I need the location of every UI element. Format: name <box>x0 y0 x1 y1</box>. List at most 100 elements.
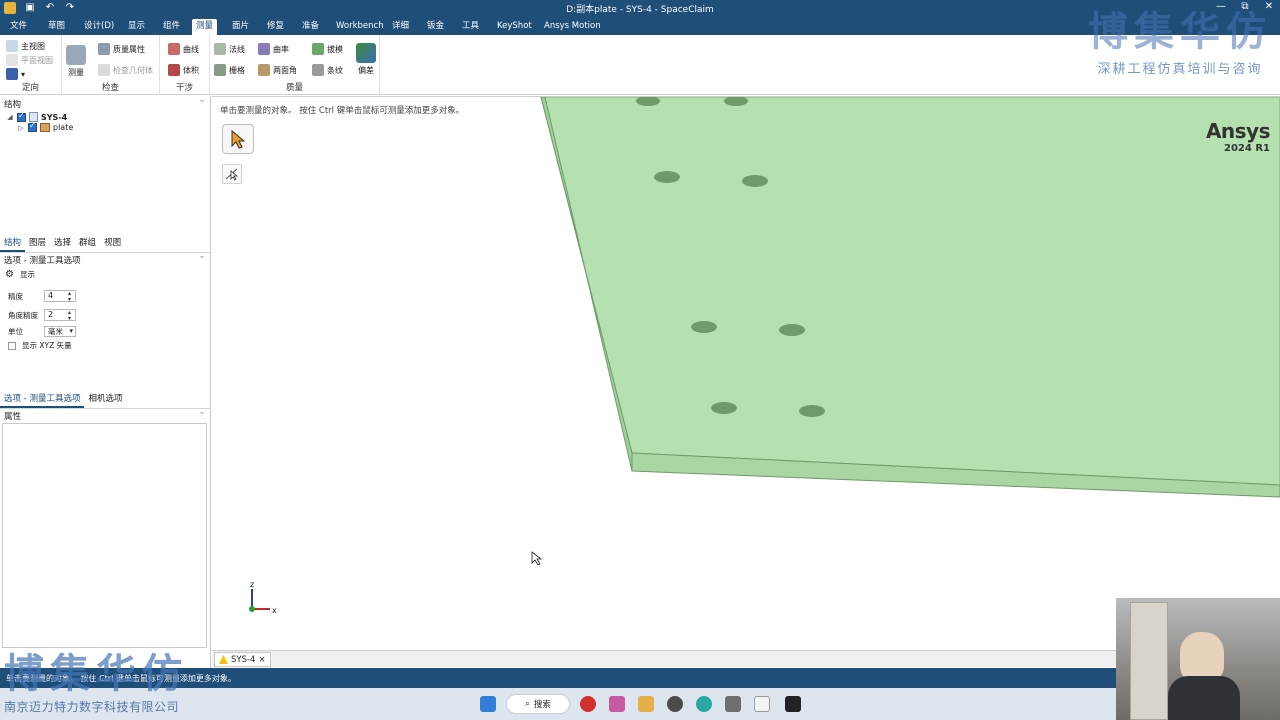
visibility-checkbox[interactable] <box>17 111 26 122</box>
options-tab-strip: 选项 - 测量工具选项 相机选项 <box>0 390 210 409</box>
axis-triad: z x <box>249 580 277 615</box>
webcam-overlay <box>1116 598 1280 720</box>
draft-button[interactable]: 拔模 <box>312 43 343 55</box>
tab-selection[interactable]: 选择 <box>50 234 75 252</box>
pin-icon[interactable]: ꟸ <box>200 255 204 263</box>
calculator-icon[interactable] <box>725 696 741 712</box>
tab-measure[interactable]: 测量 <box>192 19 218 35</box>
search-icon: ⌕ <box>525 699 530 709</box>
tab-sketch[interactable]: 草图 <box>44 19 69 35</box>
angle-precision-stepper[interactable]: 2 <box>44 309 76 321</box>
plate-top-face[interactable] <box>540 97 1280 486</box>
document-tab-sys4[interactable]: SYS-4 × <box>214 652 271 667</box>
cube-icon <box>6 68 18 80</box>
tab-detail[interactable]: 详细 <box>388 19 413 35</box>
expand-icon[interactable]: ▷ <box>17 124 25 132</box>
hole[interactable] <box>654 171 680 183</box>
tab-groups[interactable]: 群组 <box>75 234 100 252</box>
visibility-checkbox[interactable] <box>28 121 37 132</box>
group-label-inspect: 检查 <box>101 83 119 93</box>
mass-properties-button[interactable]: 质量属性 <box>98 43 145 55</box>
tab-camera-options[interactable]: 相机选项 <box>84 390 126 408</box>
tab-facets[interactable]: 面片 <box>228 19 253 35</box>
tree-item-plate[interactable]: ▷ plate <box>17 121 73 132</box>
group-label-orient: 定向 <box>21 83 39 93</box>
hole[interactable] <box>742 175 768 187</box>
normal-icon <box>214 43 226 55</box>
units-row: 单位 毫米 <box>8 326 76 337</box>
tab-file[interactable]: 文件 <box>6 19 31 35</box>
measure-hint: 单击要测量的对象。 按住 Ctrl 键单击鼠标可测量添加更多对象。 <box>220 106 465 116</box>
tab-views[interactable]: 视图 <box>100 234 125 252</box>
deviation-button[interactable]: 偏差 <box>354 43 378 76</box>
view-cube-button[interactable]: ▾ <box>6 68 25 80</box>
plate-model: z x <box>249 97 1280 615</box>
angle-precision-row: 角度精度 2 <box>8 309 76 321</box>
show-xyz-row: 显示 XYZ 矢量 <box>8 340 72 351</box>
tab-ansys-motion[interactable]: Ansys Motion <box>540 19 605 35</box>
tab-structure[interactable]: 结构 <box>0 234 26 252</box>
tab-display[interactable]: 显示 <box>124 19 149 35</box>
taskbar-search[interactable]: ⌕ 搜索 <box>506 694 570 714</box>
pin-icon[interactable]: ꟸ <box>200 411 204 419</box>
volume-icon <box>168 64 180 76</box>
tab-keyshot[interactable]: KeyShot <box>493 19 536 35</box>
tab-prepare[interactable]: 准备 <box>298 19 323 35</box>
app-icon[interactable] <box>609 696 625 712</box>
left-panel: 结构 ꟸ ◢ SYS-4 ▷ plate 结构 图层 选择 群组 视图 选项 -… <box>0 96 211 670</box>
check-geometry-button[interactable]: 检查几何体 <box>98 64 153 76</box>
select-tool-button[interactable] <box>222 124 254 154</box>
show-xyz-checkbox[interactable] <box>8 341 16 350</box>
properties-panel-title: 属性 <box>4 412 22 422</box>
grid-icon <box>214 64 226 76</box>
hole[interactable] <box>779 324 805 336</box>
curvature-button[interactable]: 曲率 <box>258 43 289 55</box>
close-tab-icon[interactable]: × <box>258 655 265 665</box>
precision-stepper[interactable]: 4 <box>44 290 76 302</box>
grid-button[interactable]: 栅格 <box>214 64 245 76</box>
tab-repair[interactable]: 修复 <box>263 19 288 35</box>
pin-icon[interactable]: ꟸ <box>200 99 204 107</box>
tab-workbench[interactable]: Workbench <box>332 19 388 35</box>
tab-layers[interactable]: 图层 <box>25 234 50 252</box>
tab-tools[interactable]: 工具 <box>458 19 483 35</box>
group-interference: 曲线 体积 干涉 <box>160 35 210 95</box>
tab-measure-options[interactable]: 选项 - 测量工具选项 <box>0 390 85 408</box>
dihedral-button[interactable]: 两面角 <box>258 64 297 76</box>
spaceclaim-icon[interactable] <box>785 696 801 712</box>
draft-icon <box>312 43 324 55</box>
normal-button[interactable]: 法线 <box>214 43 245 55</box>
home-view-button[interactable]: 主视图 <box>6 40 45 52</box>
stripes-icon <box>312 64 324 76</box>
graphics-viewport[interactable]: z x 单击要测量的对象。 按住 Ctrl 键单击鼠标可测量添加更多对象。 An… <box>212 96 1280 650</box>
ansys-icon <box>219 655 228 664</box>
tab-assembly[interactable]: 组件 <box>159 19 184 35</box>
mass-properties-icon <box>98 43 110 55</box>
hole[interactable] <box>799 405 825 417</box>
tab-design[interactable]: 设计(D) <box>80 19 118 35</box>
home-icon <box>6 40 18 52</box>
presenter-body <box>1168 676 1240 720</box>
windows-start-icon[interactable] <box>480 696 496 712</box>
dihedral-icon <box>258 64 270 76</box>
document-icon[interactable] <box>754 696 770 712</box>
edge-icon[interactable] <box>696 696 712 712</box>
app-icon[interactable] <box>580 696 596 712</box>
app-icon[interactable] <box>638 696 654 712</box>
curve-button[interactable]: 曲线 <box>168 43 199 55</box>
app-icon[interactable] <box>667 696 683 712</box>
plan-view-button[interactable]: 平面视图 <box>6 54 53 66</box>
tab-sheet-metal[interactable]: 钣金 <box>423 19 448 35</box>
hole[interactable] <box>711 402 737 414</box>
hole[interactable] <box>691 321 717 333</box>
measure-select-button[interactable] <box>222 164 242 184</box>
group-quality: 法线 栅格 曲率 两面角 拔模 条纹 偏差 质量 <box>210 35 380 95</box>
stripes-button[interactable]: 条纹 <box>312 64 343 76</box>
collapse-icon[interactable]: ◢ <box>6 113 14 121</box>
volume-button[interactable]: 体积 <box>168 64 199 76</box>
watermark-top-right: 博集华仿 深耕工程仿真培训与咨询 <box>1088 9 1272 77</box>
units-select[interactable]: 毫米 <box>44 326 76 337</box>
tree-item-sys4[interactable]: ◢ SYS-4 <box>6 111 67 122</box>
gear-icon: ⚙ <box>5 269 14 280</box>
options-panel-title: 选项 - 测量工具选项 <box>4 256 81 266</box>
